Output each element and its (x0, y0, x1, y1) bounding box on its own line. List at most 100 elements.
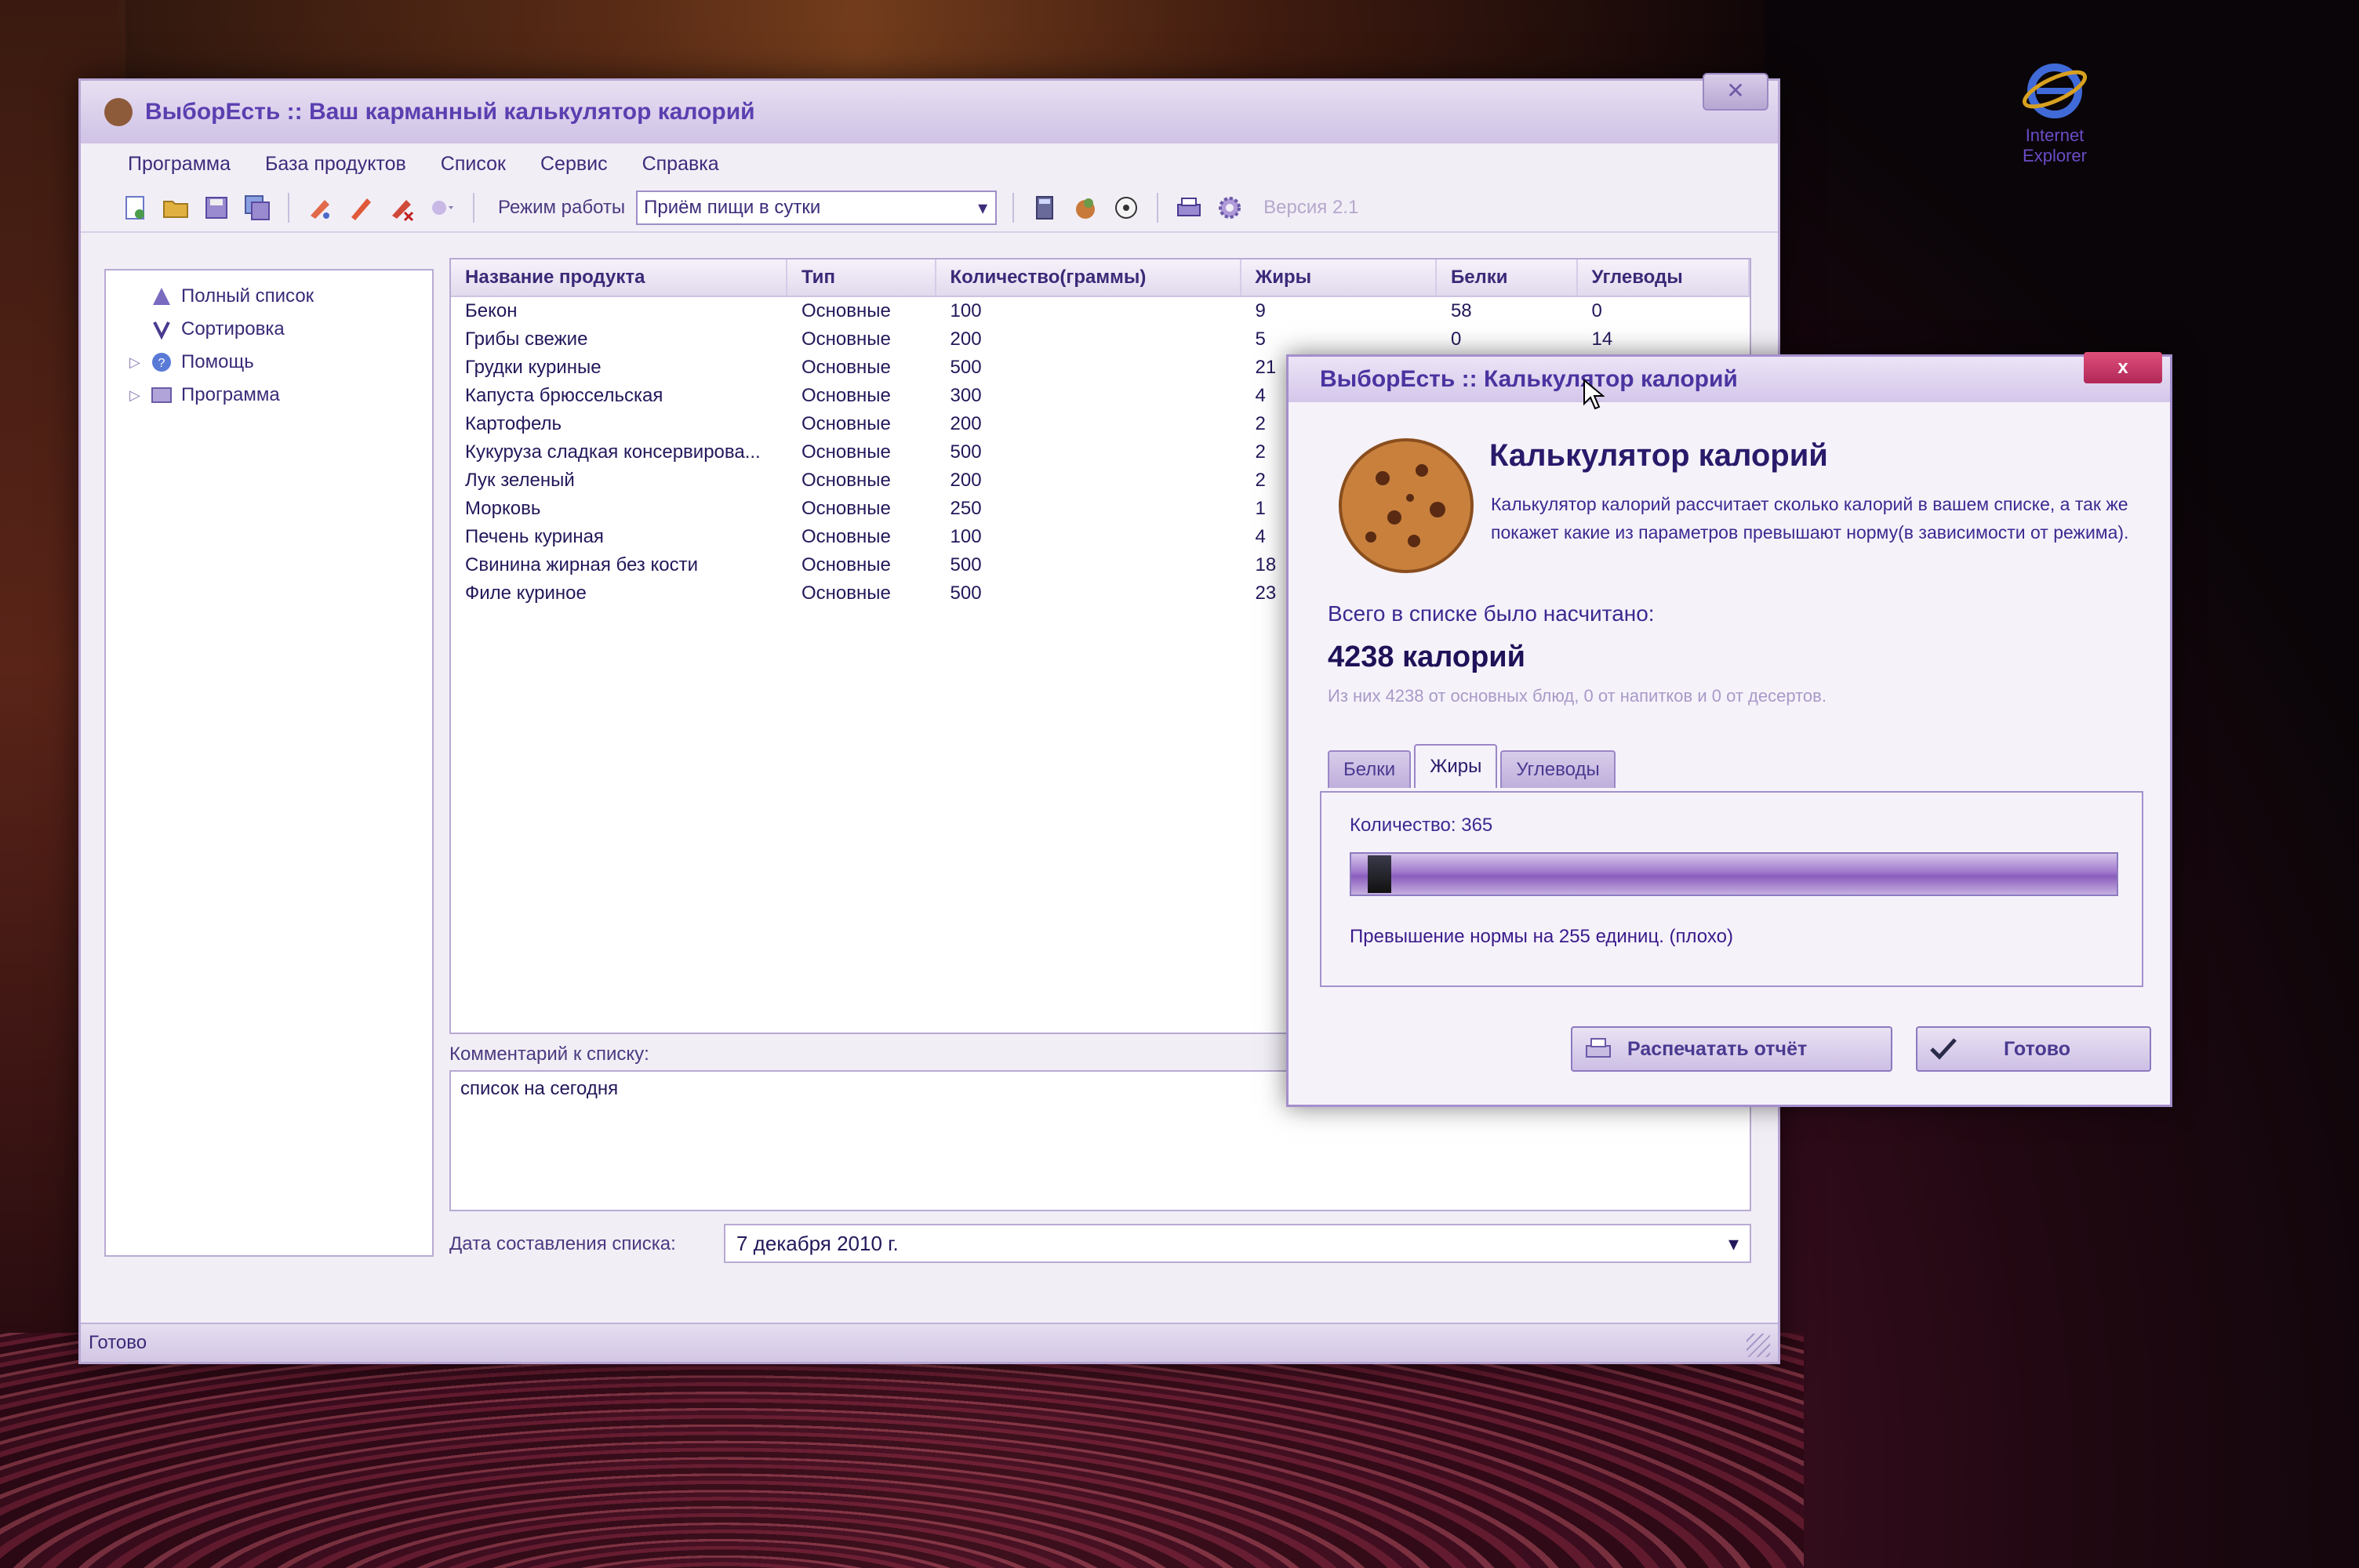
tab-protein[interactable]: Белки (1328, 750, 1412, 788)
date-picker[interactable]: 7 декабря 2010 г. ▾ (724, 1224, 1751, 1263)
food-icon[interactable] (1070, 193, 1100, 223)
edit-item-icon[interactable] (346, 193, 376, 223)
cell-type: Основные (801, 357, 891, 378)
tools-dropdown-icon[interactable] (427, 193, 457, 223)
cookie-icon (1336, 435, 1477, 576)
menu-products-db[interactable]: База продуктов (265, 153, 406, 176)
toolbar-separator (1157, 193, 1159, 223)
mouse-cursor-icon (1583, 379, 1605, 410)
mode-label: Режим работы (498, 197, 626, 218)
internet-explorer-icon (2021, 55, 2088, 122)
cell-name: Грибы свежие (465, 328, 588, 350)
open-folder-icon[interactable] (161, 193, 191, 223)
table-row[interactable]: Грибы свежие Основные 200 5 0 14 (451, 325, 1750, 354)
cell-type: Основные (801, 498, 891, 519)
cell-carbs: 0 (1591, 300, 1602, 321)
table-header: Название продукта Тип Количество(граммы)… (451, 260, 1750, 297)
add-item-icon[interactable] (305, 193, 335, 223)
program-icon (150, 383, 173, 407)
toolbar-separator (473, 193, 474, 223)
cell-type: Основные (801, 583, 891, 604)
column-header-fat[interactable]: Жиры (1241, 260, 1437, 296)
menu-service[interactable]: Сервис (540, 153, 608, 176)
tree-item-sort[interactable]: Сортировка (106, 313, 432, 346)
tab-fat[interactable]: Жиры (1414, 744, 1498, 788)
progress-marker (1368, 855, 1391, 893)
dialog-titlebar[interactable]: ВыборЕсть :: Калькулятор калорий x (1289, 352, 2170, 410)
cell-quantity: 500 (950, 357, 982, 378)
save-as-icon[interactable] (242, 193, 272, 223)
cell-carbs: 14 (1591, 328, 1613, 350)
save-icon[interactable] (202, 193, 231, 223)
mode-select[interactable]: Приём пищи в сутки ▾ (636, 191, 998, 225)
cell-type: Основные (801, 385, 891, 406)
date-value: 7 декабря 2010 г. (736, 1231, 899, 1255)
version-label: Версия 2.1 (1263, 197, 1359, 218)
delete-item-icon[interactable] (387, 193, 416, 223)
checkmark-icon (1930, 1038, 1957, 1060)
menu-program[interactable]: Программа (128, 153, 231, 176)
column-header-name[interactable]: Название продукта (451, 260, 787, 296)
cell-quantity: 200 (950, 328, 982, 350)
dialog-description: Калькулятор калорий рассчитает сколько к… (1491, 494, 2129, 543)
done-label: Готово (2004, 1037, 2071, 1060)
sidebar-tree: Полный список Сортировка ▷ ? Помощь ▷ Пр… (104, 269, 434, 1257)
tree-item-label: Программа (181, 384, 280, 405)
cell-type: Основные (801, 470, 891, 491)
expand-arrow-icon[interactable]: ▷ (129, 354, 150, 371)
quantity-label: Количество: 365 (1350, 815, 1493, 836)
expand-arrow-icon[interactable]: ▷ (129, 387, 150, 404)
tab-carbs[interactable]: Углеводы (1500, 750, 1616, 788)
table-row[interactable]: Бекон Основные 100 9 58 0 (451, 297, 1750, 325)
comment-label: Комментарий к списку: (449, 1044, 649, 1065)
done-button[interactable]: Готово (1916, 1026, 2151, 1072)
help-icon: ? (150, 350, 173, 374)
list-icon (150, 285, 173, 308)
column-header-quantity[interactable]: Количество(граммы) (936, 260, 1241, 296)
chevron-down-icon: ▾ (1728, 1231, 1739, 1255)
print-icon[interactable] (1174, 193, 1204, 223)
cell-type: Основные (801, 554, 891, 575)
cell-quantity: 250 (950, 498, 982, 519)
print-report-label: Распечатать отчёт (1627, 1037, 1808, 1060)
menu-help[interactable]: Справка (642, 153, 719, 176)
menu-list[interactable]: Список (441, 153, 506, 176)
dialog-heading: Калькулятор калорий (1489, 438, 1828, 473)
chevron-down-icon: ▾ (978, 197, 988, 219)
resize-grip[interactable] (1747, 1334, 1770, 1357)
svg-text:?: ? (158, 357, 165, 370)
desktop-icon-internet-explorer[interactable]: Internet Explorer (1992, 55, 2117, 166)
printer-icon (1586, 1038, 1611, 1058)
cell-name: Филе куриное (465, 583, 587, 604)
date-label: Дата составления списка: (449, 1233, 676, 1254)
internet-explorer-label: Internet Explorer (2023, 125, 2087, 165)
column-header-carbs[interactable]: Углеводы (1578, 260, 1750, 296)
cell-type: Основные (801, 441, 891, 463)
calculator-icon[interactable] (1030, 193, 1060, 223)
main-titlebar[interactable]: ВыборЕсть :: Ваш карманный калькулятор к… (81, 73, 1778, 143)
toolbar-separator (1012, 193, 1015, 223)
cell-quantity: 200 (950, 470, 982, 491)
window-close-button[interactable]: ✕ (1703, 73, 1768, 111)
cell-fat: 5 (1255, 328, 1266, 350)
cell-name: Печень куриная (465, 526, 604, 547)
new-file-icon[interactable] (120, 193, 150, 223)
dialog-close-button[interactable]: x (2084, 352, 2162, 383)
settings-gear-icon[interactable] (1215, 193, 1245, 223)
cell-name: Лук зеленый (465, 470, 575, 491)
print-report-button[interactable]: Распечатать отчёт (1571, 1026, 1892, 1072)
cell-type: Основные (801, 328, 891, 350)
tree-item-label: Полный список (181, 285, 314, 307)
cell-name: Бекон (465, 300, 518, 321)
calorie-breakdown: Из них 4238 от основных блюд, 0 от напит… (1328, 686, 1826, 706)
menubar: Программа База продуктов Список Сервис С… (81, 143, 1778, 184)
column-header-type[interactable]: Тип (787, 260, 936, 296)
ball-icon[interactable] (1111, 193, 1141, 223)
cell-quantity: 100 (950, 526, 982, 547)
column-header-protein[interactable]: Белки (1437, 260, 1578, 296)
app-icon (104, 98, 133, 126)
tree-item-full-list[interactable]: Полный список (106, 280, 432, 313)
nutrient-tabs: Белки Жиры Углеводы (1328, 744, 1616, 788)
tree-item-help[interactable]: ▷ ? Помощь (106, 346, 432, 379)
tree-item-program[interactable]: ▷ Программа (106, 379, 432, 412)
